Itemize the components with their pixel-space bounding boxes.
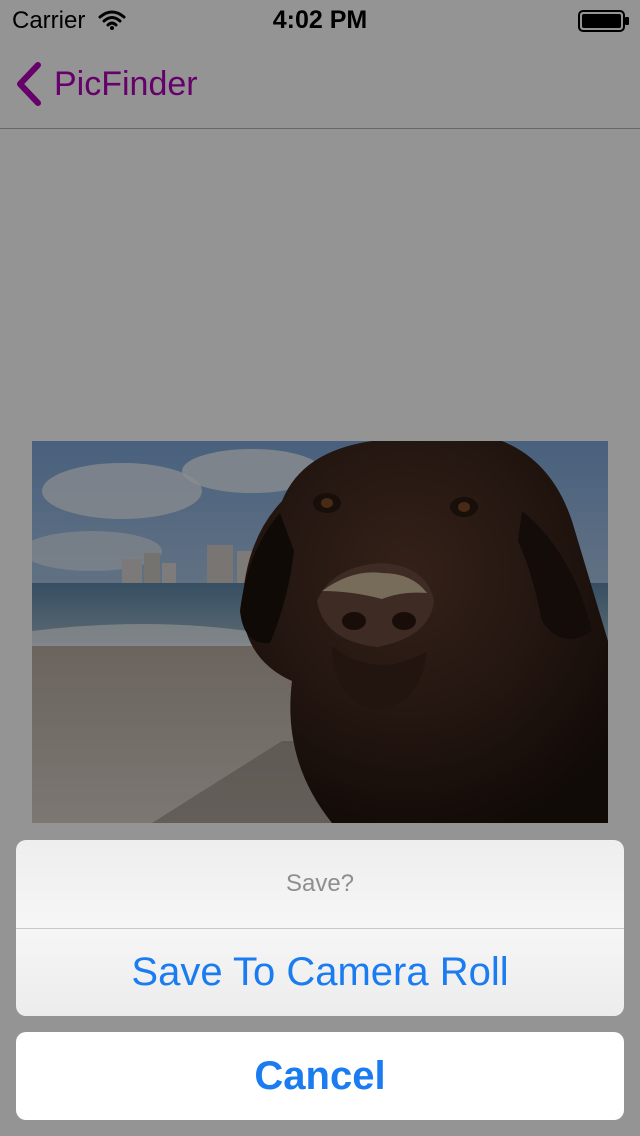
save-to-camera-roll-button[interactable]: Save To Camera Roll — [16, 929, 624, 1016]
cancel-button[interactable]: Cancel — [16, 1032, 624, 1120]
action-sheet: Save? Save To Camera Roll — [16, 840, 624, 1016]
action-sheet-title: Save? — [16, 840, 624, 929]
screen: Carrier 4:02 PM PicFinder Save? Save To … — [0, 0, 640, 1136]
